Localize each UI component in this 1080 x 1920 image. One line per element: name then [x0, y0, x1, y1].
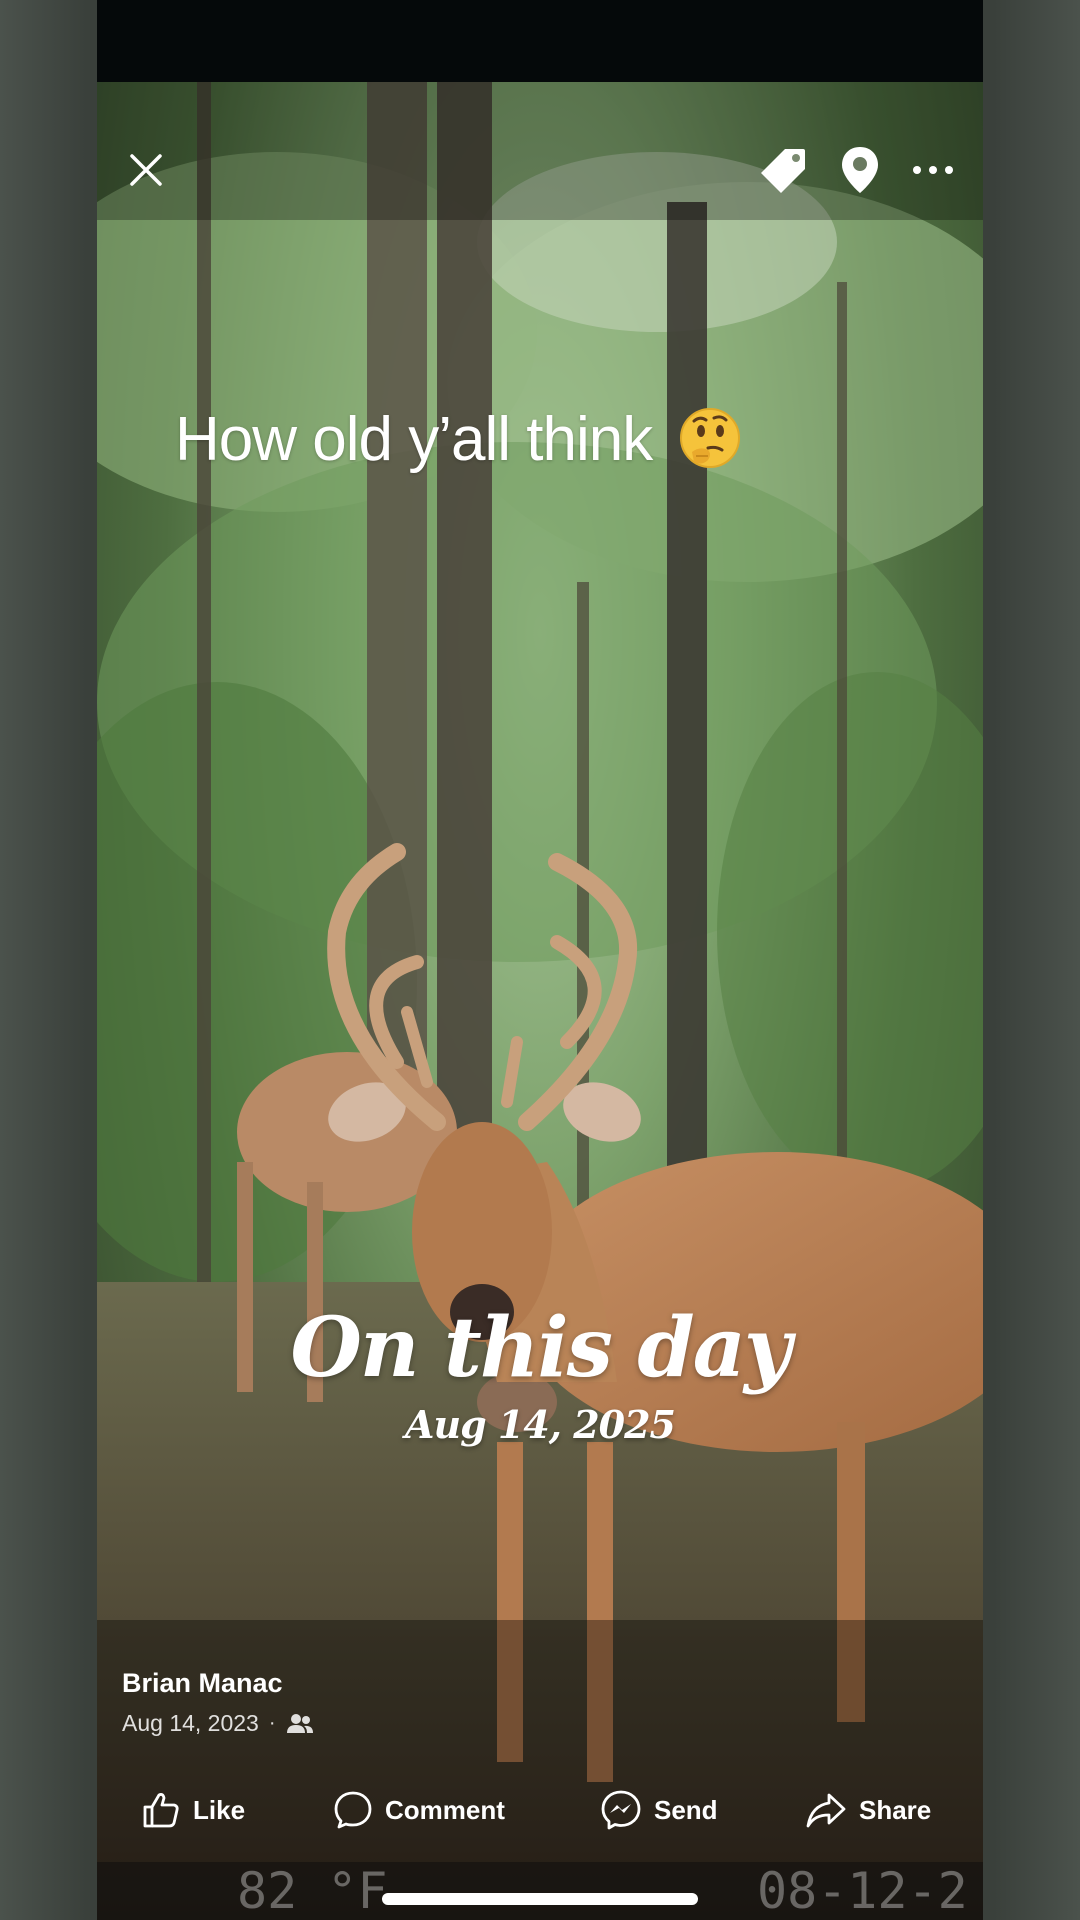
like-button[interactable]: Like: [141, 1782, 245, 1838]
memory-title: On this day: [290, 1300, 791, 1396]
close-icon: [130, 154, 162, 186]
tag-button[interactable]: [756, 142, 812, 198]
messenger-icon: [601, 1790, 641, 1830]
trail-camera-stamp: 82 °F 08-12-2: [97, 1862, 983, 1920]
camera-date: 08-12-2: [757, 1862, 968, 1920]
camera-temperature: 82 °F: [237, 1862, 388, 1920]
send-button[interactable]: Send: [600, 1782, 718, 1838]
comment-bubble-icon: [334, 1791, 372, 1829]
close-button[interactable]: [118, 142, 174, 198]
like-label: Like: [193, 1794, 246, 1825]
post-meta: Aug 14, 2023 ·: [122, 1710, 314, 1737]
memory-date: Aug 14, 2025: [404, 1402, 676, 1447]
thinking-face-emoji: [678, 406, 742, 485]
location-pin-icon: [842, 147, 878, 193]
caption-text: How old y’all think: [175, 405, 653, 474]
more-options-icon: [913, 166, 953, 174]
share-label: Share: [859, 1794, 932, 1825]
posted-date[interactable]: Aug 14, 2023: [122, 1710, 259, 1737]
photo-viewer-screen: How old y’all think On this day Aug 14, …: [0, 0, 1080, 1920]
thumbs-up-icon: [143, 1793, 179, 1828]
thinking-face-icon: [680, 408, 741, 468]
more-options-button[interactable]: [905, 142, 961, 198]
location-button[interactable]: [832, 142, 888, 198]
send-label: Send: [654, 1794, 718, 1825]
status-bar-area: [97, 0, 983, 82]
comment-label: Comment: [385, 1794, 505, 1825]
share-button[interactable]: Share: [805, 1782, 931, 1838]
tag-icon: [761, 149, 805, 193]
home-indicator[interactable]: [382, 1893, 698, 1905]
meta-separator: ·: [268, 1712, 276, 1734]
action-bar: Like Comment Send Share: [97, 1782, 983, 1838]
share-arrow-icon: [806, 1793, 846, 1828]
friends-icon[interactable]: [286, 1713, 314, 1735]
comment-button[interactable]: Comment: [333, 1782, 505, 1838]
author-name[interactable]: Brian Manac: [122, 1668, 283, 1699]
post-caption: How old y’all think: [175, 404, 742, 485]
